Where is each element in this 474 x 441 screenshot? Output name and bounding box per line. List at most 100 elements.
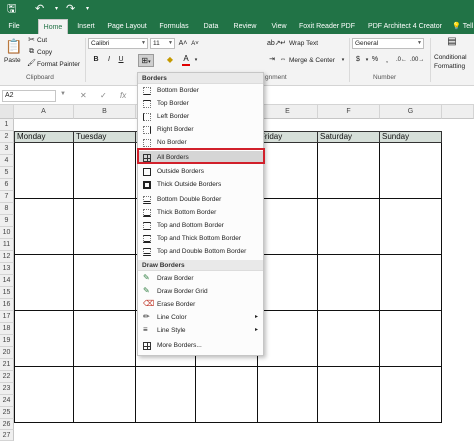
customize-qat-icon[interactable]: ▾ [86, 2, 89, 16]
format-painter-icon[interactable]: 🖌 [27, 59, 36, 69]
insert-function-button[interactable]: fx [120, 91, 126, 100]
tab-insert[interactable]: Insert [73, 19, 99, 34]
row-header[interactable]: 15 [0, 287, 14, 299]
calendar-cell[interactable] [318, 367, 380, 423]
row-header[interactable]: 26 [0, 419, 14, 430]
shrink-font-icon[interactable]: A˅ [190, 39, 200, 49]
underline-button[interactable]: U [117, 55, 125, 65]
row-header[interactable]: 10 [0, 227, 14, 239]
row-header[interactable]: 17 [0, 311, 14, 323]
font-size-combo[interactable]: 11 ▼ [150, 38, 175, 49]
day-header-cell[interactable]: Monday [14, 131, 74, 143]
copy-icon[interactable]: ⧉ [27, 47, 36, 57]
chevron-down-icon[interactable]: ▼ [60, 91, 66, 97]
row-header[interactable]: 8 [0, 203, 14, 215]
day-header-cell[interactable]: Friday [258, 131, 318, 143]
row-header[interactable]: 19 [0, 335, 14, 347]
calendar-cell[interactable] [196, 367, 258, 423]
menu-item-draw-border[interactable]: ✎ Draw Border [138, 272, 263, 285]
calendar-cell[interactable] [74, 367, 136, 423]
calendar-cell[interactable] [14, 199, 74, 255]
wrap-text-button[interactable]: Wrap Text [289, 39, 318, 48]
menu-item-bottom-border[interactable]: Bottom Border [138, 84, 263, 97]
row-header[interactable]: 3 [0, 143, 14, 155]
select-all-corner[interactable] [0, 105, 14, 119]
cut-button[interactable]: Cut [37, 36, 47, 45]
row-header[interactable]: 2 [0, 131, 14, 143]
calendar-cell[interactable] [380, 199, 442, 255]
conditional-formatting-icon[interactable]: ▤ [443, 37, 461, 51]
menu-item-line-color[interactable]: ✏ Line Color ▸ [138, 311, 263, 324]
format-painter-button[interactable]: Format Painter [37, 60, 80, 69]
calendar-cell[interactable] [258, 143, 318, 199]
menu-item-erase-border[interactable]: ⌫ Erase Border [138, 298, 263, 311]
row-header[interactable]: 27 [0, 430, 14, 441]
cut-icon[interactable]: ✂ [27, 35, 36, 45]
calendar-cell[interactable] [74, 143, 136, 199]
merge-center-icon[interactable]: ⇔ [279, 55, 287, 65]
menu-item-thick-outside-borders[interactable]: Thick Outside Borders [138, 178, 263, 191]
tab-data[interactable]: Data [201, 19, 221, 34]
bold-button[interactable]: B [92, 55, 100, 65]
decrease-decimal-icon[interactable]: .00→ [410, 55, 424, 65]
row-header[interactable]: 24 [0, 395, 14, 407]
orientation-icon[interactable]: ab↗ [267, 39, 281, 49]
calendar-cell[interactable] [74, 311, 136, 367]
comma-style-icon[interactable]: , [383, 55, 391, 65]
calendar-cell[interactable] [318, 311, 380, 367]
row-header[interactable]: 1 [0, 119, 14, 131]
menu-item-top-border[interactable]: Top Border [138, 97, 263, 110]
row-header[interactable]: 9 [0, 215, 14, 227]
row-header[interactable]: 5 [0, 167, 14, 179]
wrap-text-icon[interactable]: ↵ [279, 39, 287, 49]
menu-item-right-border[interactable]: Right Border [138, 123, 263, 136]
calendar-cell[interactable] [74, 255, 136, 311]
row-header[interactable]: 7 [0, 191, 14, 203]
cancel-icon[interactable]: ✕ [80, 91, 87, 100]
menu-item-left-border[interactable]: Left Border [138, 110, 263, 123]
column-header[interactable]: B [74, 105, 136, 119]
row-header[interactable]: 22 [0, 371, 14, 383]
menu-item-more-borders[interactable]: More Borders... [138, 339, 263, 352]
menu-item-bottom-double-border[interactable]: Bottom Double Border [138, 193, 263, 206]
indent-icon[interactable]: ⇥ [267, 55, 277, 65]
redo-icon[interactable]: ↷ [66, 2, 75, 16]
tab-home[interactable]: Home [38, 19, 68, 34]
column-header[interactable]: G [380, 105, 442, 119]
grow-font-icon[interactable]: A˄ [178, 39, 188, 49]
row-header[interactable]: 18 [0, 323, 14, 335]
merge-center-button[interactable]: Merge & Center [289, 56, 335, 65]
menu-item-top-bottom-border[interactable]: Top and Bottom Border [138, 219, 263, 232]
calendar-cell[interactable] [136, 367, 196, 423]
name-box[interactable]: A2 [2, 90, 56, 102]
fill-color-icon[interactable]: ◆ [165, 55, 175, 65]
tab-tell-me[interactable]: Tell [461, 19, 474, 34]
increase-decimal-icon[interactable]: .0← [396, 55, 407, 65]
menu-item-top-double-bottom-border[interactable]: Top and Double Bottom Border [138, 245, 263, 258]
undo-icon[interactable]: ↶ [35, 2, 44, 16]
calendar-cell[interactable] [74, 199, 136, 255]
tab-file[interactable]: File [4, 19, 24, 34]
tab-view[interactable]: View [268, 19, 290, 34]
day-header-cell[interactable]: Saturday [318, 131, 380, 143]
calendar-cell[interactable] [258, 199, 318, 255]
currency-icon[interactable]: $ [354, 55, 362, 65]
paste-icon[interactable]: 📋 [5, 37, 23, 55]
calendar-cell[interactable] [14, 367, 74, 423]
row-header[interactable]: 6 [0, 179, 14, 191]
copy-button[interactable]: Copy [37, 48, 52, 57]
row-header[interactable]: 14 [0, 275, 14, 287]
font-color-icon[interactable]: A [182, 54, 190, 66]
lightbulb-icon[interactable]: 💡 [452, 19, 461, 34]
menu-item-line-style[interactable]: ≡ Line Style ▸ [138, 324, 263, 337]
calendar-cell[interactable] [14, 311, 74, 367]
menu-item-outside-borders[interactable]: Outside Borders [138, 165, 263, 178]
paste-button[interactable]: Paste [4, 56, 21, 65]
italic-button[interactable]: I [105, 55, 113, 65]
enter-icon[interactable]: ✓ [100, 91, 107, 100]
calendar-cell[interactable] [14, 143, 74, 199]
day-header-cell[interactable]: Tuesday [74, 131, 136, 143]
row-header[interactable]: 21 [0, 359, 14, 371]
row-header[interactable]: 25 [0, 407, 14, 419]
row-header[interactable]: 12 [0, 251, 14, 263]
